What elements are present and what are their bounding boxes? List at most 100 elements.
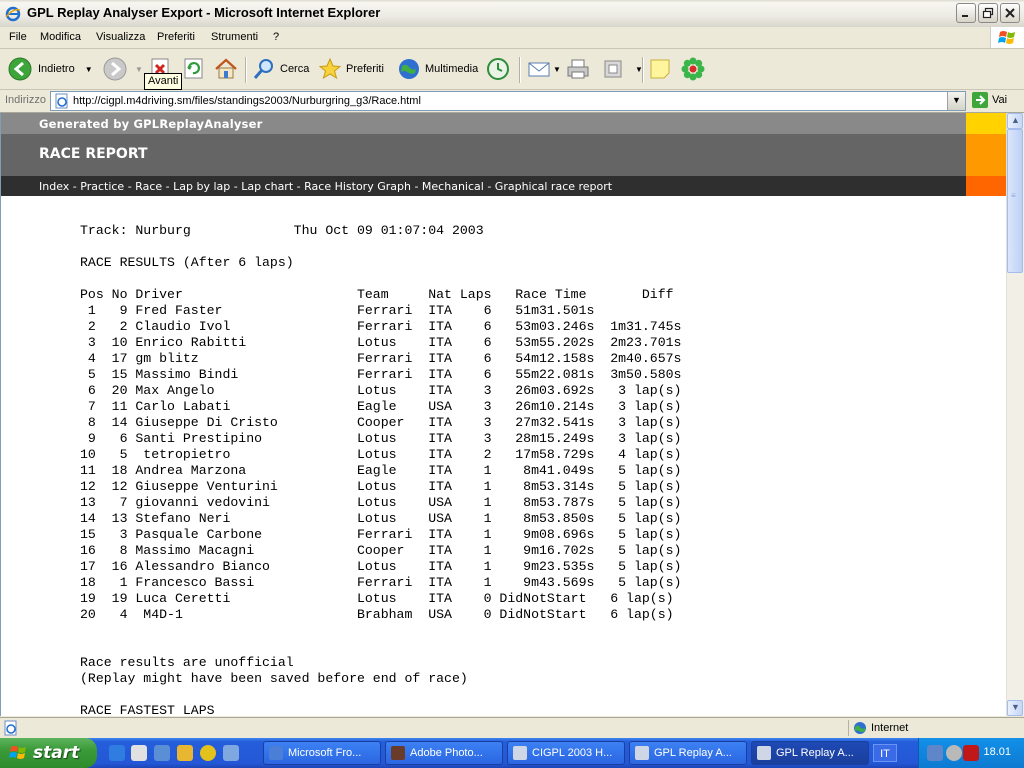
restore-icon — [979, 4, 997, 22]
swatch-orange — [966, 134, 1006, 176]
search-button[interactable]: Cerca — [252, 54, 309, 84]
favorites-label: Preferiti — [346, 63, 384, 75]
nav-links: Index - Practice - Race - Lap by lap - L… — [39, 180, 612, 193]
mail-dropdown-icon[interactable]: ▼ — [553, 65, 561, 74]
restore-button[interactable] — [978, 3, 998, 23]
refresh-icon — [184, 58, 203, 79]
quicklaunch-explorer-icon[interactable] — [131, 745, 147, 761]
address-input[interactable]: http://cigpl.m4driving.sm/files/standing… — [50, 91, 966, 111]
photoshop-icon — [391, 746, 405, 760]
favorites-button[interactable]: Preferiti — [318, 54, 384, 84]
go-button[interactable]: Vai — [972, 92, 1007, 108]
windows-flag-icon — [998, 31, 1015, 44]
scroll-up-button[interactable]: ▲ — [1007, 113, 1023, 129]
media-label: Multimedia — [425, 63, 479, 75]
refresh-button[interactable] — [184, 54, 204, 84]
nav-separator: - — [230, 180, 242, 193]
task-gpl-replay-2[interactable]: GPL Replay A... — [751, 741, 869, 765]
nav-link-lap-by-lap[interactable]: Lap by lap — [173, 180, 230, 193]
nav-link-practice[interactable]: Practice — [80, 180, 124, 193]
nav-separator: - — [124, 180, 136, 193]
back-arrow-icon — [8, 57, 32, 81]
forward-button[interactable]: ▼ — [103, 54, 143, 84]
task-gpl-replay-1[interactable]: GPL Replay A... — [629, 741, 747, 765]
nav-link-mechanical[interactable]: Mechanical — [422, 180, 484, 193]
close-button[interactable] — [1000, 3, 1020, 23]
nav-link-graphical-race-report[interactable]: Graphical race report — [495, 180, 612, 193]
nav-link-race-history-graph[interactable]: Race History Graph — [304, 180, 411, 193]
page-title: RACE REPORT — [39, 146, 148, 162]
sticky-note-icon — [650, 59, 670, 79]
home-button[interactable] — [214, 54, 238, 84]
window-title: GPL Replay Analyser Export - Microsoft I… — [27, 5, 381, 20]
minimize-button[interactable] — [956, 3, 976, 23]
app-tray-icon[interactable] — [963, 745, 979, 761]
flower-icon — [681, 57, 705, 81]
grip-icon: ≡ — [1011, 191, 1016, 200]
swatch-yellow — [966, 113, 1006, 134]
start-label: start — [33, 743, 80, 763]
quicklaunch-ie-icon[interactable] — [109, 745, 125, 761]
network-tray-icon[interactable] — [927, 745, 943, 761]
task-cigpl[interactable]: CIGPL 2003 H... — [507, 741, 625, 765]
status-bar: Internet — [0, 717, 1024, 738]
security-zone: Internet — [848, 720, 1024, 736]
scrollbar-thumb[interactable]: ≡ — [1007, 129, 1023, 273]
icq-button[interactable] — [681, 54, 705, 84]
nav-link-race[interactable]: Race — [135, 180, 162, 193]
forward-tooltip: Avanti — [144, 73, 183, 90]
back-label: Indietro — [38, 63, 75, 75]
menu-preferiti[interactable]: Preferiti — [157, 31, 195, 43]
nav-separator: - — [483, 180, 495, 193]
go-label: Vai — [992, 94, 1008, 106]
menu-visualizza[interactable]: Visualizza — [96, 31, 145, 43]
nav-separator: - — [162, 180, 174, 193]
close-icon — [1001, 4, 1019, 22]
chevron-down-icon: ▼ — [1011, 702, 1020, 712]
search-icon — [253, 59, 273, 79]
back-dropdown-icon[interactable]: ▼ — [85, 65, 93, 74]
back-button[interactable]: Indietro ▼ — [8, 54, 93, 84]
notes-button[interactable] — [649, 54, 671, 84]
clock: 18.01 — [983, 746, 1011, 758]
ie-page-icon — [513, 746, 527, 760]
page-content: Generated by GPLReplayAnalyser RACE REPO… — [0, 113, 1006, 716]
address-dropdown-button[interactable]: ▼ — [947, 92, 965, 110]
language-indicator[interactable]: IT — [873, 744, 897, 762]
history-button[interactable] — [486, 54, 510, 84]
nav-banner: Index - Practice - Race - Lap by lap - L… — [1, 176, 966, 196]
volume-tray-icon[interactable] — [946, 745, 962, 761]
quicklaunch-desktop-icon[interactable] — [223, 745, 239, 761]
windows-logo — [990, 27, 1024, 48]
menu-file[interactable]: File — [9, 31, 27, 43]
nav-link-index[interactable]: Index — [39, 180, 69, 193]
vertical-scrollbar[interactable]: ▲ ≡ ▼ — [1006, 113, 1024, 716]
page-icon — [55, 93, 68, 109]
chevron-up-icon: ▲ — [1011, 115, 1020, 125]
task-label: GPL Replay A... — [776, 747, 854, 759]
nav-link-lap-chart[interactable]: Lap chart — [241, 180, 293, 193]
media-button[interactable]: Multimedia — [397, 54, 478, 84]
nav-separator: - — [293, 180, 305, 193]
task-photoshop[interactable]: Adobe Photo... — [385, 741, 503, 765]
menu-strumenti[interactable]: Strumenti — [211, 31, 258, 43]
task-frontpage[interactable]: Microsoft Fro... — [263, 741, 381, 765]
race-report-text: Track: Nurburg Thu Oct 09 01:07:04 2003 … — [80, 223, 682, 716]
quicklaunch-media-icon[interactable] — [200, 745, 216, 761]
address-label: Indirizzo — [5, 94, 46, 106]
menu-modifica[interactable]: Modifica — [40, 31, 81, 43]
toolbar-separator — [642, 57, 644, 83]
mail-button[interactable]: ▼ — [527, 54, 561, 84]
edit-button[interactable]: ▼ — [603, 54, 643, 84]
forward-arrow-icon — [103, 57, 127, 81]
title-bar[interactable]: GPL Replay Analyser Export - Microsoft I… — [0, 0, 1024, 28]
scroll-down-button[interactable]: ▼ — [1007, 700, 1023, 716]
quicklaunch-outlook-icon[interactable] — [154, 745, 170, 761]
swatch-dark-orange — [966, 176, 1006, 196]
menu-bar: File Modifica Visualizza Preferiti Strum… — [0, 27, 1024, 49]
menu-help[interactable]: ? — [273, 31, 279, 43]
quicklaunch-app-icon[interactable] — [177, 745, 193, 761]
forward-dropdown-icon[interactable]: ▼ — [135, 65, 143, 74]
start-button[interactable]: start — [0, 738, 97, 768]
print-button[interactable] — [566, 54, 590, 84]
